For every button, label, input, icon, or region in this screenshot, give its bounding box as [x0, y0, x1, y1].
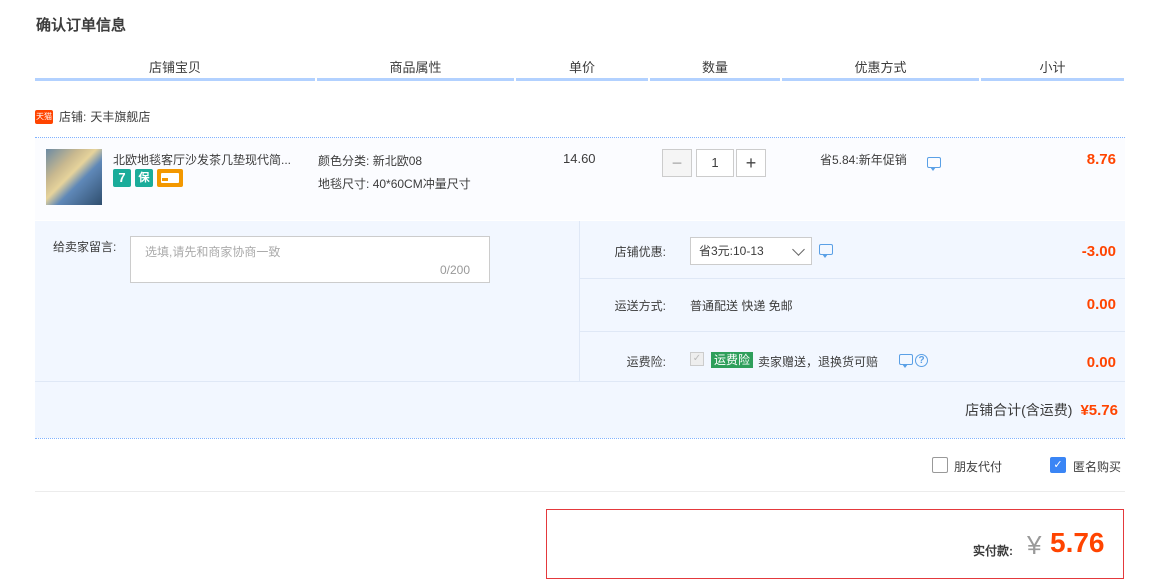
- pay-amount: 5.76: [1050, 527, 1105, 558]
- shipping-label: 运送方式:: [614, 299, 666, 313]
- coupon-label: 店铺优惠:: [614, 245, 666, 259]
- chevron-down-icon: [792, 243, 805, 256]
- quantity-input[interactable]: 1: [696, 149, 734, 177]
- pay-label: 实付款:: [973, 544, 1013, 558]
- divider: [35, 438, 1125, 439]
- pay-currency: ¥: [1027, 530, 1042, 560]
- coupon-info-icon[interactable]: [819, 244, 833, 258]
- message-char-count: 0/200: [440, 263, 471, 277]
- col-header-subtotal: 小计: [1039, 60, 1066, 75]
- message-label: 给卖家留言:: [53, 240, 117, 254]
- quantity-decrement-button[interactable]: −: [662, 149, 692, 177]
- message-placeholder: 选填,请先和商家协商一致: [145, 245, 281, 259]
- item-title-link[interactable]: 北欧地毯客厅沙发茶几垫现代简...: [113, 151, 313, 168]
- insurance-label: 运费险:: [626, 355, 666, 369]
- coupon-select-value: 省3元:10-13: [699, 244, 764, 258]
- seven-day-return-icon[interactable]: 7: [113, 169, 131, 187]
- header-underline: [35, 78, 315, 81]
- item-subtotal: 8.76: [1086, 151, 1116, 168]
- shop-info: 天猫 店铺: 天丰旗舰店: [35, 108, 150, 125]
- shipping-method: 普通配送 快递 免邮: [690, 299, 793, 313]
- col-header-discount: 优惠方式: [854, 60, 907, 75]
- friend-pay-label[interactable]: 朋友代付: [954, 458, 1002, 475]
- help-icon[interactable]: ?: [915, 354, 928, 367]
- friend-pay-checkbox[interactable]: [932, 457, 948, 473]
- divider: [580, 331, 1125, 332]
- coupon-amount: -3.00: [1081, 243, 1116, 260]
- anonymous-checkbox[interactable]: ✓: [1050, 457, 1066, 473]
- item-attr-size: 地毯尺寸: 40*60CM冲量尺寸: [318, 177, 471, 191]
- shop-total-amount: ¥5.76: [1080, 402, 1118, 419]
- tmall-icon: 天猫: [35, 109, 53, 124]
- unit-price: 14.60: [563, 151, 596, 166]
- insurance-info-icon[interactable]: [899, 354, 913, 368]
- shipping-amount: 0.00: [1086, 296, 1116, 313]
- insurance-text: 卖家赠送，退换货可赔: [758, 355, 879, 369]
- credit-card-icon[interactable]: [157, 169, 183, 187]
- insurance-checkbox[interactable]: ✓: [690, 352, 704, 366]
- page-title: 确认订单信息: [36, 17, 127, 34]
- item-discount: 省5.84:新年促销: [820, 153, 907, 167]
- shop-name-link[interactable]: 天丰旗舰店: [90, 108, 150, 125]
- header-underline: [516, 78, 648, 81]
- shop-total-label: 店铺合计(含运费): [965, 402, 1073, 418]
- quantity-increment-button[interactable]: +: [736, 149, 766, 177]
- shop-label: 店铺:: [59, 110, 87, 124]
- col-header-quantity: 数量: [701, 60, 728, 75]
- insurance-icon[interactable]: 保: [135, 169, 153, 187]
- discount-info-icon[interactable]: [927, 157, 941, 171]
- divider: [35, 381, 1125, 382]
- insurance-amount: 0.00: [1086, 354, 1116, 371]
- divider: [580, 278, 1125, 279]
- item-thumbnail[interactable]: [46, 149, 102, 205]
- shop-total: 店铺合计(含运费) ¥5.76: [965, 400, 1118, 420]
- header-underline: [650, 78, 780, 81]
- coupon-select[interactable]: 省3元:10-13: [690, 237, 812, 265]
- col-header-unit-price: 单价: [568, 60, 595, 75]
- header-underline: [317, 78, 514, 81]
- divider: [35, 491, 1125, 492]
- item-attr-color: 颜色分类: 新北欧08: [318, 154, 423, 168]
- anonymous-label[interactable]: 匿名购买: [1073, 458, 1121, 475]
- insurance-badge: 运费险: [711, 352, 754, 368]
- header-underline: [782, 78, 979, 81]
- header-underline: [981, 78, 1124, 81]
- col-header-attributes: 商品属性: [389, 60, 442, 75]
- col-header-shop-item: 店铺宝贝: [148, 60, 201, 75]
